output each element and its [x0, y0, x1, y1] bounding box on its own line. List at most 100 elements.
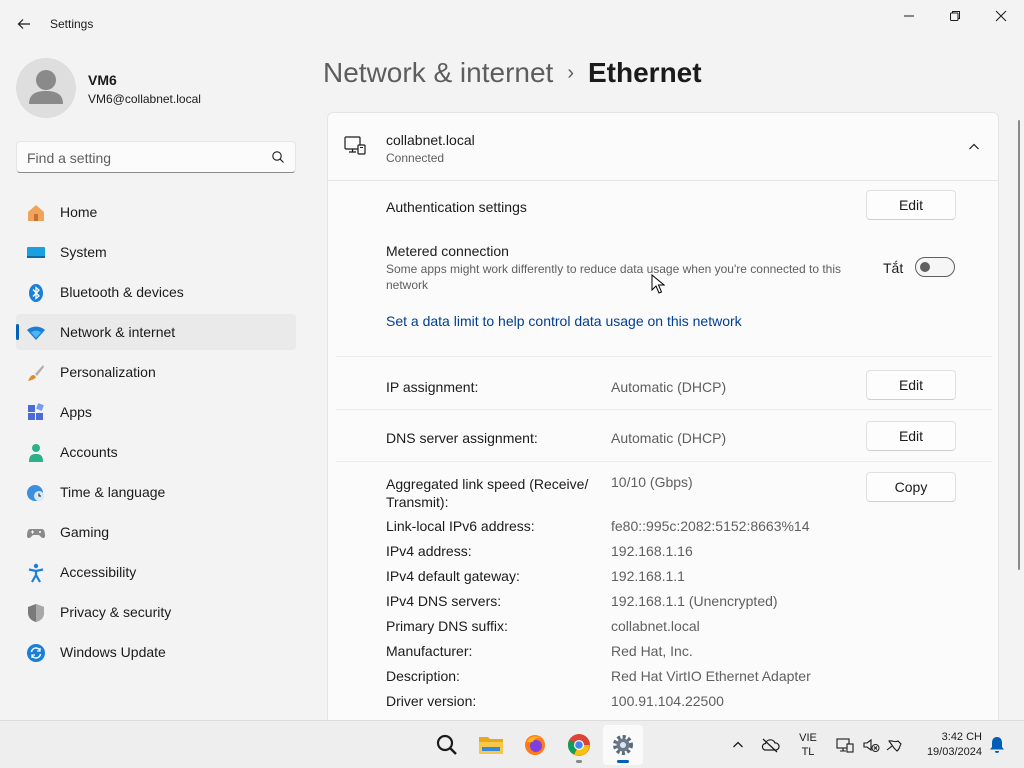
wifi-icon — [27, 326, 45, 340]
title-bar: Settings — [0, 0, 1024, 48]
link-speed-value: 10/10 (Gbps) — [611, 474, 693, 490]
taskbar-chrome[interactable] — [559, 725, 599, 765]
volume-muted-icon — [863, 738, 880, 752]
sidebar-item-apps[interactable]: Apps — [16, 394, 296, 430]
sidebar-item-label: Bluetooth & devices — [60, 284, 184, 300]
sidebar-item-label: Privacy & security — [60, 604, 172, 620]
back-arrow-icon — [17, 19, 30, 29]
property-value: 192.168.1.16 — [611, 543, 693, 559]
ip-assignment-edit-button[interactable]: Edit — [866, 370, 956, 400]
property-label: Primary DNS suffix: — [386, 618, 508, 634]
breadcrumb-separator: › — [567, 62, 574, 84]
ethernet-details-card: collabnet.local Connected Authentication… — [327, 112, 999, 732]
sidebar-item-label: Windows Update — [60, 644, 166, 660]
brush-icon — [28, 365, 44, 381]
sidebar-item-label: Personalization — [60, 364, 156, 380]
battery-tray-button[interactable] — [884, 721, 906, 768]
sidebar-item-network[interactable]: Network & internet — [16, 314, 296, 350]
sidebar-item-label: Accounts — [60, 444, 118, 460]
network-icon — [836, 738, 854, 753]
property-label: Driver version: — [386, 693, 477, 709]
ethernet-icon — [344, 136, 366, 155]
breadcrumb-parent[interactable]: Network & internet — [323, 57, 553, 88]
property-value: 100.91.104.22500 — [611, 693, 724, 709]
auth-edit-button[interactable]: Edit — [866, 190, 956, 220]
sidebar-item-accounts[interactable]: Accounts — [16, 434, 296, 470]
input-language-indicator[interactable]: VIE TL — [796, 731, 820, 759]
divider — [336, 461, 992, 462]
maximize-button[interactable] — [932, 0, 978, 32]
dns-assignment-edit-button[interactable]: Edit — [866, 421, 956, 451]
taskbar-search-button[interactable] — [427, 725, 467, 765]
avatar[interactable] — [16, 58, 76, 118]
accounts-icon — [29, 444, 43, 462]
network-status: Connected — [386, 151, 445, 165]
sidebar-item-bluetooth[interactable]: Bluetooth & devices — [16, 274, 296, 310]
metered-connection-label: Metered connection — [386, 243, 509, 259]
clock-date: 19/03/2024 — [926, 746, 982, 758]
sidebar-item-label: Accessibility — [60, 564, 137, 580]
copy-button[interactable]: Copy — [866, 472, 956, 502]
sidebar-item-windows-update[interactable]: Windows Update — [16, 634, 296, 670]
firefox-icon — [525, 735, 545, 755]
sidebar-item-label: System — [60, 244, 107, 260]
system-icon — [27, 247, 45, 258]
property-value: 192.168.1.1 (Unencrypted) — [611, 593, 778, 609]
user-name: VM6 — [88, 72, 117, 88]
metered-toggle-state: Tắt — [883, 260, 904, 276]
property-value: Red Hat VirtIO Ethernet Adapter — [611, 668, 811, 684]
search-input[interactable] — [27, 148, 267, 168]
volume-tray-button[interactable] — [860, 721, 882, 768]
bluetooth-icon — [29, 284, 43, 302]
notifications-button[interactable] — [986, 721, 1008, 768]
sidebar-item-privacy[interactable]: Privacy & security — [16, 594, 296, 630]
sidebar-item-home[interactable]: Home — [16, 194, 296, 230]
maximize-icon — [950, 11, 960, 21]
show-hidden-icons-button[interactable] — [728, 721, 748, 768]
chrome-icon — [567, 734, 590, 756]
collapse-button[interactable] — [964, 137, 984, 157]
ip-assignment-value: Automatic (DHCP) — [611, 379, 727, 395]
page-title: Ethernet — [588, 57, 702, 88]
mouse-cursor-icon — [651, 274, 665, 294]
taskbar-settings[interactable] — [603, 725, 643, 765]
property-label: Link-local IPv6 address: — [386, 518, 535, 534]
network-tray-button[interactable] — [834, 721, 856, 768]
sidebar-item-time-language[interactable]: Time & language — [16, 474, 296, 510]
cloud-off-icon — [761, 738, 780, 753]
sidebar-item-gaming[interactable]: Gaming — [16, 514, 296, 550]
taskbar-clock[interactable]: 3:42 CH 19/03/2024 — [908, 730, 982, 760]
taskbar-firefox[interactable] — [515, 725, 555, 765]
sidebar-item-label: Apps — [60, 404, 92, 420]
taskbar-file-explorer[interactable] — [471, 725, 511, 765]
minimize-button[interactable] — [886, 0, 932, 32]
sidebar-item-label: Time & language — [60, 484, 166, 500]
data-limit-link[interactable]: Set a data limit to help control data us… — [386, 313, 742, 329]
property-value: 192.168.1.1 — [611, 568, 685, 584]
divider — [336, 409, 992, 410]
clock-time: 3:42 CH — [941, 731, 982, 743]
app-title: Settings — [50, 17, 94, 31]
divider — [336, 356, 992, 357]
onedrive-tray-button[interactable] — [758, 721, 782, 768]
sidebar-item-label: Network & internet — [60, 324, 176, 340]
metered-connection-description: Some apps might work differently to redu… — [386, 262, 842, 292]
sidebar-item-personalization[interactable]: Personalization — [16, 354, 296, 390]
search-icon[interactable] — [271, 150, 285, 169]
close-button[interactable] — [978, 0, 1024, 32]
sidebar-item-accessibility[interactable]: Accessibility — [16, 554, 296, 590]
breadcrumb: Network & internet › Ethernet — [323, 57, 702, 89]
network-header[interactable]: collabnet.local Connected — [328, 113, 998, 181]
property-value: fe80::995c:2082:5152:8663%14 — [611, 518, 810, 534]
scrollbar[interactable] — [1018, 120, 1020, 570]
back-button[interactable] — [8, 8, 40, 40]
search-box[interactable] — [16, 141, 296, 173]
accessibility-icon — [28, 563, 44, 583]
gamepad-icon — [27, 529, 45, 539]
home-icon — [28, 205, 44, 221]
toggle-knob — [920, 262, 930, 272]
property-label: IPv4 default gateway: — [386, 568, 520, 584]
metered-connection-toggle[interactable] — [915, 257, 955, 277]
user-email: VM6@collabnet.local — [88, 92, 201, 106]
sidebar-item-system[interactable]: System — [16, 234, 296, 270]
